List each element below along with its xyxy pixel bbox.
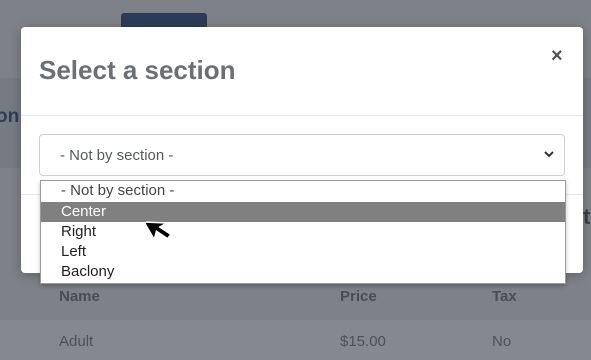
option-not-by-section[interactable]: - Not by section - [41,181,565,201]
mouse-pointer-icon [146,221,173,242]
close-button[interactable]: × [551,45,563,68]
modal-title: Select a section [39,55,236,85]
chevron-down-icon [544,151,554,158]
modal-header-divider [21,115,583,116]
cell-tax: No [492,333,512,350]
table-row: Adult $15.00 No [0,320,591,360]
section-select-value: - Not by section - [60,147,174,164]
column-header-price: Price [340,288,377,305]
column-header-tax: Tax [492,288,517,305]
cell-price: $15.00 [340,333,386,350]
background-heading-fragment: on [0,106,20,127]
background-edge-fragment: t [583,204,591,229]
section-dropdown-list: - Not by section - Center Right Left Bac… [40,180,566,284]
cell-name: Adult [59,333,94,350]
background-table-header: Name Price Tax [0,284,591,320]
option-left[interactable]: Left [41,242,565,262]
option-right[interactable]: Right [41,222,565,242]
option-center[interactable]: Center [41,202,565,222]
option-baclony[interactable]: Baclony [41,262,565,282]
section-select[interactable]: - Not by section - [39,134,565,176]
column-header-name: Name [59,288,100,305]
